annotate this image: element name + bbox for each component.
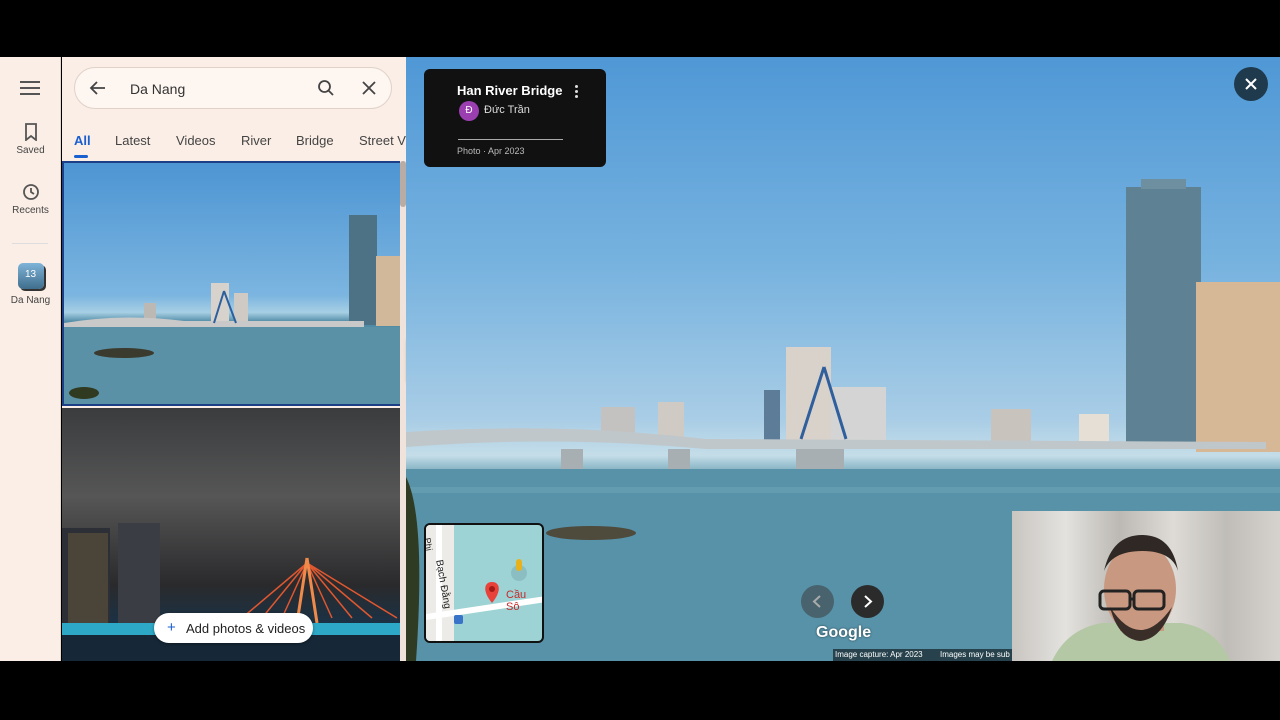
recents-label: Recents [12,205,49,216]
author-name[interactable]: Đức Trần [484,104,530,116]
presenter-video [1052,535,1230,661]
collection-da-nang[interactable]: 13 Da Nang [0,263,61,306]
collection-label: Da Nang [10,295,51,306]
river-skyline-image [64,215,400,404]
photo-date: Photo · Apr 2023 [457,146,525,156]
bookmark-icon [24,123,37,141]
collection-thumbnail: 13 [17,263,44,289]
photo-thumbnail-river[interactable] [62,161,402,406]
app-frame: Saved Recents 13 Da Nang Da Nang All Lat… [0,57,1280,661]
chevron-left-icon [812,595,821,608]
mini-map[interactable]: Bạch Đằng Cầu Sô Phi [424,523,544,643]
capture-date: Image capture: Apr 2023 [835,650,923,659]
saved-label: Saved [16,145,45,156]
card-divider [458,139,563,140]
more-options-icon[interactable] [575,85,579,100]
place-label: Cầu Sô [506,589,527,613]
photos-panel: Da Nang All Latest Videos River Bridge S… [62,57,406,661]
recents-button[interactable]: Recents [0,183,61,216]
tab-videos[interactable]: Videos [176,133,216,148]
previous-photo-button[interactable] [801,585,834,618]
close-icon[interactable] [361,80,377,96]
tab-street-view[interactable]: Street Vi [359,133,406,148]
google-logo: Google [816,624,872,641]
history-icon [22,184,39,200]
photo-info-card: Han River Bridge Đ Đức Trần Photo · Apr … [424,69,606,167]
plus-icon: + [167,619,176,636]
photo-title: Han River Bridge [457,83,563,98]
add-photos-label: Add photos & videos [186,621,306,636]
add-photos-button[interactable]: + Add photos & videos [154,613,313,643]
tab-all[interactable]: All [74,133,91,148]
tab-latest[interactable]: Latest [115,133,150,148]
webcam-overlay [1012,511,1280,661]
tab-river[interactable]: River [241,133,271,148]
collection-count: 13 [24,269,37,280]
tab-bridge[interactable]: Bridge [296,133,334,148]
images-notice: Images may be sub [940,650,1010,659]
search-input[interactable]: Da Nang [130,81,185,97]
active-tab-indicator [74,155,88,158]
back-arrow-icon[interactable] [89,79,107,97]
rail-divider [12,243,48,244]
menu-icon[interactable] [20,81,40,95]
avatar[interactable]: Đ [459,101,479,121]
chevron-right-icon [864,595,873,608]
left-rail: Saved Recents 13 Da Nang [0,57,61,661]
next-photo-button[interactable] [851,585,884,618]
close-viewer-button[interactable] [1234,67,1268,101]
search-icon[interactable] [317,79,335,97]
close-icon [1245,78,1257,90]
search-box[interactable]: Da Nang [74,67,392,109]
saved-button[interactable]: Saved [0,123,61,156]
capture-info-bar: Image capture: Apr 2023 Images may be su… [833,649,1013,661]
